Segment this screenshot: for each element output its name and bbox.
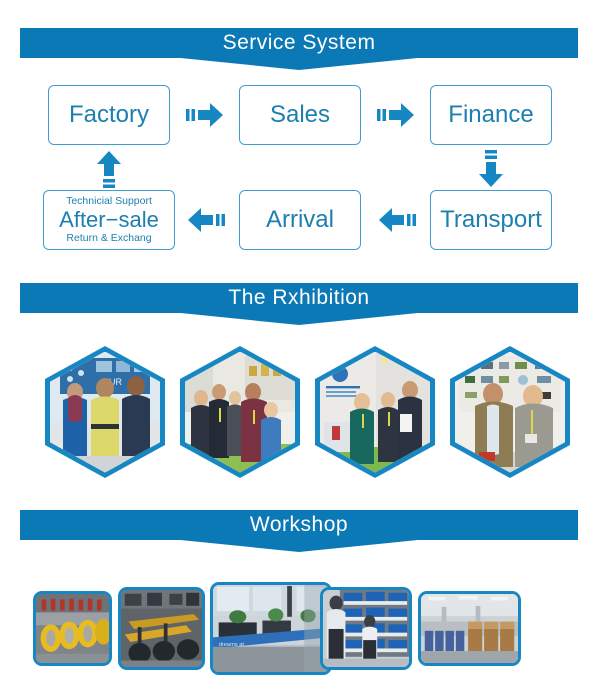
- exhibition-photo-1-image: OUR: [50, 351, 160, 473]
- exhibition-photo-3[interactable]: [315, 346, 435, 478]
- exhibition-photo-3-image: [320, 351, 430, 473]
- flow-box-sales[interactable]: Sales: [239, 85, 361, 145]
- exhibition-banner: The Rxhibition: [20, 283, 578, 325]
- workshop-photo-5[interactable]: [418, 591, 521, 666]
- service-system-banner: Service System: [20, 28, 578, 70]
- flow-box-sales-label: Sales: [269, 100, 331, 128]
- arrow-sales-to-finance[interactable]: [377, 102, 415, 128]
- flow-box-factory-label: Factory: [68, 100, 149, 128]
- photo-artwork: [121, 590, 202, 667]
- workshop-photo-4[interactable]: [320, 587, 412, 670]
- arrow-finance-to-transport[interactable]: [478, 150, 504, 188]
- exhibition-photo-2[interactable]: [180, 346, 300, 478]
- arrow-left-icon: [188, 208, 225, 232]
- workshop-photo-3[interactable]: dreams at: [210, 582, 332, 675]
- exhibition-photo-4[interactable]: [450, 346, 570, 478]
- arrow-right-icon: [377, 103, 414, 127]
- workshop-photo-row: dreams at: [0, 565, 600, 675]
- workshop-banner: Workshop: [20, 510, 578, 552]
- arrow-right-icon: [186, 103, 223, 127]
- exhibition-photo-row: OUR: [0, 340, 600, 490]
- arrow-factory-to-sales[interactable]: [186, 102, 224, 128]
- arrow-left-icon: [379, 208, 416, 232]
- after-sale-sub-top: Technicial Support: [66, 194, 152, 207]
- workshop-photo-2[interactable]: [118, 587, 205, 670]
- after-sale-label: After−sale: [59, 206, 159, 232]
- banner-notch: [20, 539, 578, 552]
- service-system-title: Service System: [222, 31, 376, 54]
- photo-artwork: [320, 351, 430, 473]
- exhibition-title: The Rxhibition: [228, 286, 370, 309]
- flow-box-factory[interactable]: Factory: [48, 85, 170, 145]
- photo-artwork: [323, 590, 409, 667]
- photo-artwork: [185, 351, 295, 473]
- photo-artwork: dreams at: [213, 585, 329, 672]
- flow-box-transport-label: Transport: [440, 205, 542, 233]
- arrow-arrival-to-after-sale[interactable]: [187, 207, 225, 233]
- flow-box-finance[interactable]: Finance: [430, 85, 552, 145]
- banner-notch: [20, 57, 578, 70]
- after-sale-sub-bottom: Return & Exchang: [66, 232, 152, 245]
- exhibition-photo-1[interactable]: OUR: [45, 346, 165, 478]
- photo-artwork: [421, 594, 518, 663]
- banner-notch: [20, 312, 578, 325]
- arrow-after-sale-to-factory[interactable]: [96, 150, 122, 188]
- exhibition-photo-2-image: [185, 351, 295, 473]
- workshop-photo-1[interactable]: [33, 591, 112, 666]
- photo-artwork: [455, 351, 565, 473]
- workshop-title: Workshop: [249, 513, 349, 536]
- exhibition-photo-4-image: [455, 351, 565, 473]
- arrow-down-icon: [479, 150, 503, 187]
- arrow-up-icon: [97, 151, 121, 188]
- flow-box-after-sale[interactable]: Technicial Support After−sale Return & E…: [43, 190, 175, 250]
- flow-box-arrival[interactable]: Arrival: [239, 190, 361, 250]
- photo-artwork: [36, 594, 109, 663]
- arrow-transport-to-arrival[interactable]: [378, 207, 416, 233]
- flow-box-arrival-label: Arrival: [265, 205, 334, 233]
- photo-artwork: OUR: [50, 351, 160, 473]
- flow-box-transport[interactable]: Transport: [430, 190, 552, 250]
- flow-box-finance-label: Finance: [448, 100, 534, 128]
